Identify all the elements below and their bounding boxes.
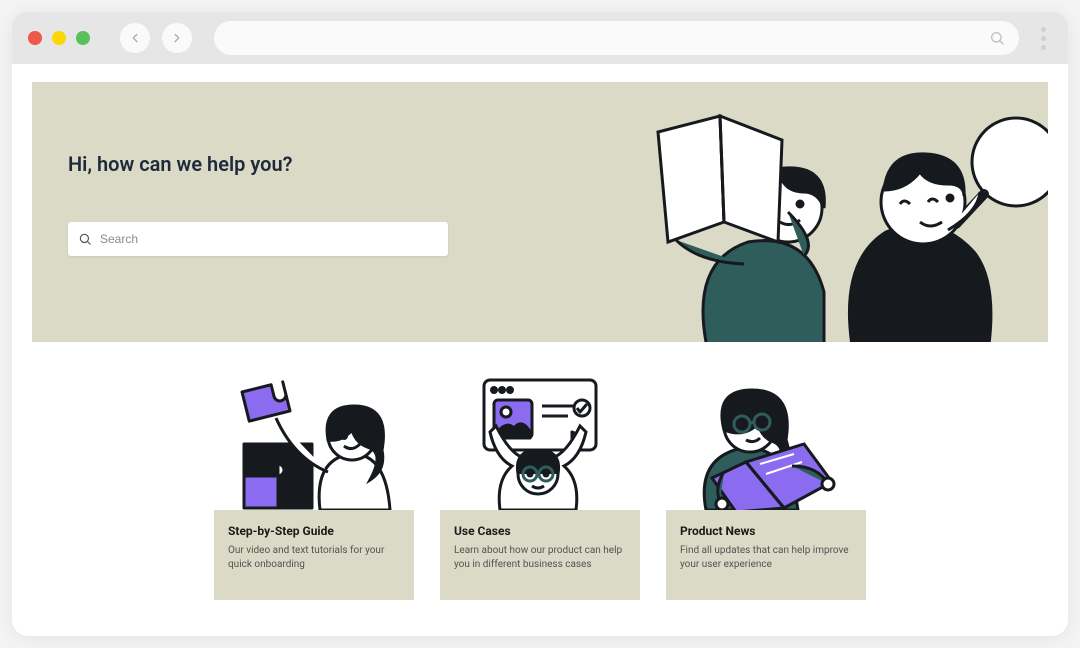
card-description: Learn about how our product can help you… [454, 544, 626, 571]
hero-title: Hi, how can we help you? [68, 152, 1012, 176]
search-icon [78, 232, 92, 246]
window-maximize-dot[interactable] [76, 31, 90, 45]
card-description: Find all updates that can help improve y… [680, 544, 852, 571]
card-use-cases[interactable]: Use Cases Learn about how our product ca… [440, 362, 640, 600]
card-description: Our video and text tutorials for your qu… [228, 544, 400, 571]
window-close-dot[interactable] [28, 31, 42, 45]
card-body: Product News Find all updates that can h… [666, 510, 866, 600]
search-icon [989, 30, 1005, 46]
back-button[interactable] [120, 23, 150, 53]
help-cards: Step-by-Step Guide Our video and text tu… [32, 362, 1048, 600]
help-hero: Hi, how can we help you? [32, 82, 1048, 342]
help-search[interactable] [68, 222, 448, 256]
hero-illustration [628, 92, 1048, 342]
card-title: Use Cases [454, 524, 626, 538]
card-title: Product News [680, 524, 852, 538]
address-bar[interactable] [214, 21, 1019, 55]
guide-illustration [214, 362, 414, 510]
forward-button[interactable] [162, 23, 192, 53]
window-minimize-dot[interactable] [52, 31, 66, 45]
page-content: Hi, how can we help you? [12, 64, 1068, 636]
use-cases-illustration [440, 362, 640, 510]
card-title: Step-by-Step Guide [228, 524, 400, 538]
card-body: Step-by-Step Guide Our video and text tu… [214, 510, 414, 600]
card-step-by-step-guide[interactable]: Step-by-Step Guide Our video and text tu… [214, 362, 414, 600]
card-product-news[interactable]: Product News Find all updates that can h… [666, 362, 866, 600]
card-body: Use Cases Learn about how our product ca… [440, 510, 640, 600]
browser-menu-button[interactable] [1029, 27, 1052, 50]
help-search-input[interactable] [100, 232, 438, 246]
arrow-left-icon [128, 31, 142, 45]
browser-chrome [12, 12, 1068, 64]
browser-window: Hi, how can we help you? [12, 12, 1068, 636]
arrow-right-icon [170, 31, 184, 45]
product-news-illustration [666, 362, 866, 510]
